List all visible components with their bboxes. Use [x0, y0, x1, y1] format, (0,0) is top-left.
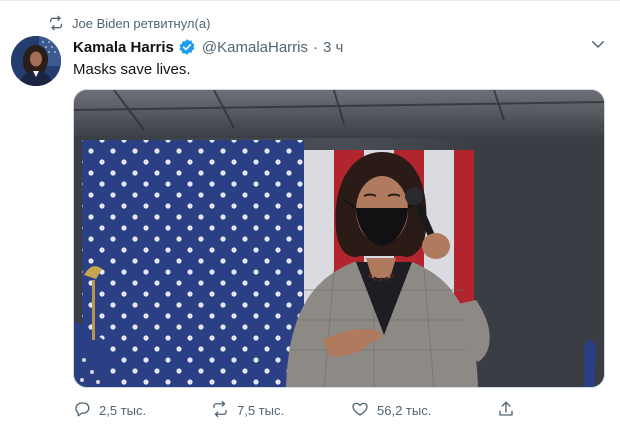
share-icon [497, 400, 515, 421]
tweet-timestamp[interactable]: 3 ч [323, 39, 343, 56]
tweet-text: Masks save lives. [73, 61, 191, 78]
like-count: 56,2 тыс. [377, 402, 432, 418]
retweet-context-label: Joe Biden ретвитнул(а) [72, 15, 211, 31]
top-divider [0, 0, 620, 1]
author-name[interactable]: Kamala Harris [73, 39, 174, 56]
heart-icon [351, 400, 369, 421]
share-button[interactable] [497, 400, 515, 420]
retweet-icon [211, 400, 229, 421]
like-button[interactable]: 56,2 тыс. [351, 400, 431, 420]
separator-dot: · [313, 38, 318, 56]
tweet-photo[interactable] [73, 89, 605, 388]
reply-button[interactable]: 2,5 тыс. [73, 400, 146, 420]
reply-icon [73, 400, 91, 421]
retweet-icon [48, 15, 64, 31]
verified-badge-icon [178, 38, 196, 56]
retweet-count: 7,5 тыс. [237, 402, 285, 418]
author-handle[interactable]: @KamalaHarris [202, 39, 308, 56]
more-options-button[interactable] [588, 36, 608, 56]
avatar[interactable] [11, 36, 61, 86]
tweet-header: Kamala Harris @KamalaHarris · 3 ч [73, 37, 343, 57]
chevron-down-icon [589, 35, 607, 58]
retweet-context[interactable]: Joe Biden ретвитнул(а) [48, 14, 210, 32]
retweet-button[interactable]: 7,5 тыс. [211, 400, 284, 420]
reply-count: 2,5 тыс. [99, 402, 147, 418]
tweet-actions: 2,5 тыс. 7,5 тыс. 56,2 тыс. [73, 400, 523, 420]
